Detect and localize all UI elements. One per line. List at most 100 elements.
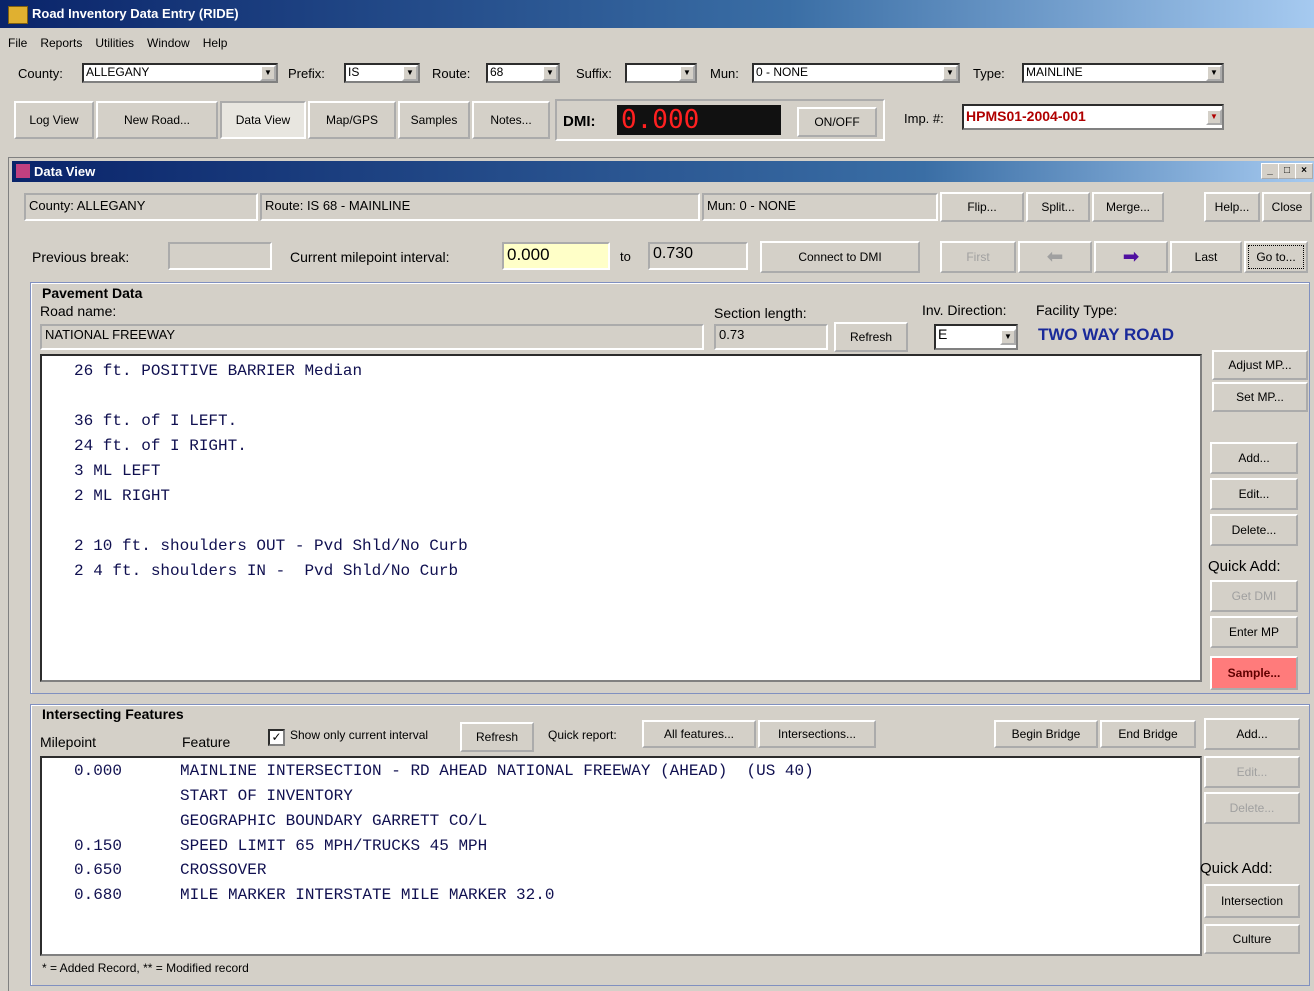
prefix-select[interactable]: IS ▼ xyxy=(344,63,420,83)
section-length-field: 0.73 xyxy=(714,324,828,350)
map-gps-button[interactable]: Map/GPS xyxy=(308,101,396,139)
end-bridge-button[interactable]: End Bridge xyxy=(1100,720,1196,748)
close-button[interactable]: Close xyxy=(1262,192,1312,222)
feature-description: START OF INVENTORY xyxy=(180,787,353,805)
type-select[interactable]: MAINLINE ▼ xyxy=(1022,63,1224,83)
imp-select[interactable]: HPMS01-2004-001 ▼ xyxy=(962,104,1224,130)
set-mp-button[interactable]: Set MP... xyxy=(1212,382,1308,412)
menu-reports[interactable]: Reports xyxy=(32,32,87,50)
minimize-icon[interactable]: _ xyxy=(1261,163,1279,179)
menu-file[interactable]: File xyxy=(0,32,32,50)
chevron-down-icon[interactable]: ▼ xyxy=(679,65,695,81)
county-label: County: xyxy=(18,66,63,81)
menu-window[interactable]: Window xyxy=(139,32,195,50)
chevron-down-icon[interactable]: ▼ xyxy=(1206,65,1222,81)
feature-header: Feature xyxy=(182,734,231,750)
route-select[interactable]: 68 ▼ xyxy=(486,63,560,83)
dmi-on-off-button[interactable]: ON/OFF xyxy=(797,107,877,137)
pavement-delete-button[interactable]: Delete... xyxy=(1210,514,1298,546)
data-view-button[interactable]: Data View xyxy=(220,101,306,139)
chevron-down-icon[interactable]: ▼ xyxy=(1206,109,1222,125)
menu-utilities[interactable]: Utilities xyxy=(87,32,139,50)
county-select[interactable]: ALLEGANY ▼ xyxy=(82,63,278,83)
pavement-data-title: Pavement Data xyxy=(40,285,145,301)
feature-milepoint: 0.000 xyxy=(74,762,123,780)
sample-button[interactable]: Sample... xyxy=(1210,656,1298,690)
chevron-down-icon[interactable]: ▼ xyxy=(542,65,558,81)
merge-button[interactable]: Merge... xyxy=(1092,192,1164,222)
all-features-button[interactable]: All features... xyxy=(642,720,756,748)
features-delete-button[interactable]: Delete... xyxy=(1204,792,1300,824)
data-view-title-bar: Data View _ □ × xyxy=(12,161,1314,182)
chevron-down-icon[interactable]: ▼ xyxy=(1000,329,1016,345)
app-title: Road Inventory Data Entry (RIDE) xyxy=(32,6,239,21)
county-select-value: ALLEGANY xyxy=(86,65,150,79)
enter-mp-button[interactable]: Enter MP xyxy=(1210,616,1298,648)
adjust-mp-button[interactable]: Adjust MP... xyxy=(1212,350,1308,380)
app-title-bar: Road Inventory Data Entry (RIDE) xyxy=(0,0,1314,28)
dmi-display: 0.000 xyxy=(617,105,781,135)
features-quick-add-label: Quick Add: xyxy=(1200,860,1273,877)
goto-button[interactable]: Go to... xyxy=(1244,241,1308,273)
chevron-down-icon[interactable]: ▼ xyxy=(942,65,958,81)
section-length-label: Section length: xyxy=(714,305,807,321)
get-dmi-button[interactable]: Get DMI xyxy=(1210,580,1298,612)
type-select-value: MAINLINE xyxy=(1026,65,1083,79)
split-button[interactable]: Split... xyxy=(1026,192,1090,222)
help-button[interactable]: Help... xyxy=(1204,192,1260,222)
samples-button[interactable]: Samples xyxy=(398,101,470,139)
pavement-text-area[interactable]: 26 ft. POSITIVE BARRIER Median 36 ft. of… xyxy=(40,354,1202,682)
chevron-down-icon[interactable]: ▼ xyxy=(402,65,418,81)
show-only-checkbox[interactable]: ✓ xyxy=(268,729,285,746)
pavement-edit-button[interactable]: Edit... xyxy=(1210,478,1298,510)
log-view-button[interactable]: Log View xyxy=(14,101,94,139)
pavement-add-button[interactable]: Add... xyxy=(1210,442,1298,474)
pavement-quick-add-label: Quick Add: xyxy=(1208,558,1281,575)
intersection-button[interactable]: Intersection xyxy=(1204,884,1300,918)
route-select-value: 68 xyxy=(490,65,504,79)
inv-direction-select[interactable]: E ▼ xyxy=(934,324,1018,350)
app-icon xyxy=(8,6,28,24)
intersections-button[interactable]: Intersections... xyxy=(758,720,876,748)
connect-dmi-button[interactable]: Connect to DMI xyxy=(760,241,920,273)
next-arrow-icon[interactable]: ➡ xyxy=(1094,241,1168,273)
road-name-field: NATIONAL FREEWAY xyxy=(40,324,704,350)
status-legend: * = Added Record, ** = Modified record xyxy=(42,961,249,975)
new-road-button[interactable]: New Road... xyxy=(96,101,218,139)
pavement-line: 2 ML RIGHT xyxy=(74,487,171,505)
feature-milepoint: 0.150 xyxy=(74,837,123,855)
last-button[interactable]: Last xyxy=(1170,241,1242,273)
begin-bridge-button[interactable]: Begin Bridge xyxy=(994,720,1098,748)
dv-mun-value: 0 - NONE xyxy=(739,198,796,213)
interval-to-field: 0.730 xyxy=(648,242,748,270)
feature-description: MILE MARKER INTERSTATE MILE MARKER 32.0 xyxy=(180,886,555,904)
pavement-line: 36 ft. of I LEFT. xyxy=(74,412,238,430)
chevron-down-icon[interactable]: ▼ xyxy=(260,65,276,81)
previous-arrow-icon[interactable]: ⬅ xyxy=(1018,241,1092,273)
notes-button[interactable]: Notes... xyxy=(472,101,550,139)
feature-description: MAINLINE INTERSECTION - RD AHEAD NATIONA… xyxy=(180,762,814,780)
flip-button[interactable]: Flip... xyxy=(940,192,1024,222)
features-edit-button[interactable]: Edit... xyxy=(1204,756,1300,788)
dv-route-value: IS 68 - MAINLINE xyxy=(306,198,411,213)
menu-help[interactable]: Help xyxy=(195,32,233,50)
prev-break-label: Previous break: xyxy=(32,249,130,265)
interval-from-input[interactable]: 0.000 xyxy=(502,242,610,270)
dv-county-label: County: xyxy=(29,198,74,213)
features-refresh-button[interactable]: Refresh xyxy=(460,722,534,752)
route-label: Route: xyxy=(432,66,471,81)
mun-select-value: 0 - NONE xyxy=(756,65,809,79)
dv-route-field: Route: IS 68 - MAINLINE xyxy=(260,193,700,221)
culture-button[interactable]: Culture xyxy=(1204,924,1300,954)
interval-label: Current milepoint interval: xyxy=(290,249,450,265)
first-button[interactable]: First xyxy=(940,241,1016,273)
features-list[interactable]: 0.000 MAINLINE INTERSECTION - RD AHEAD N… xyxy=(40,756,1202,956)
pavement-refresh-button[interactable]: Refresh xyxy=(834,322,908,352)
maximize-icon[interactable]: □ xyxy=(1278,163,1296,179)
features-add-button[interactable]: Add... xyxy=(1204,718,1300,750)
mun-select[interactable]: 0 - NONE ▼ xyxy=(752,63,960,83)
suffix-select[interactable]: ▼ xyxy=(625,63,697,83)
pavement-line: 2 4 ft. shoulders IN - Pvd Shld/No Curb xyxy=(74,562,459,580)
dv-county-value: ALLEGANY xyxy=(76,198,146,213)
close-icon[interactable]: × xyxy=(1295,163,1313,179)
